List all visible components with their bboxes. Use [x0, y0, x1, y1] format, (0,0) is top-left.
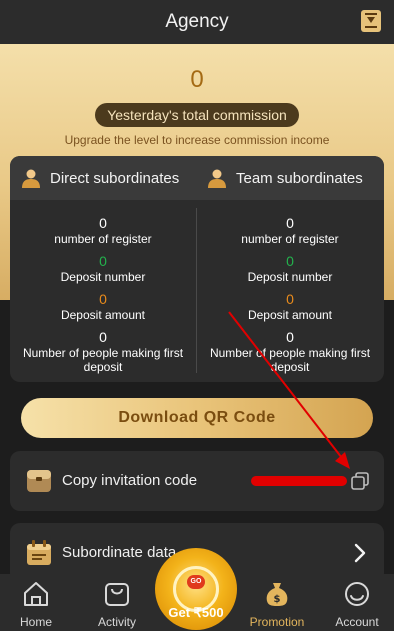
nav-promotion-label: Promotion [249, 615, 305, 629]
direct-subordinates-label: Direct subordinates [50, 169, 180, 187]
person-icon [22, 169, 40, 188]
money-bag-icon: $ [266, 583, 288, 606]
commission-label: Yesterday's total commission [95, 103, 299, 127]
stat-label: number of register [241, 232, 339, 246]
stat-label: Number of people making first deposit [22, 346, 184, 374]
stat-label: number of register [54, 232, 152, 246]
stat-label: Deposit amount [247, 308, 333, 322]
direct-first-deposit-stat: 0 Number of people making first deposit [18, 329, 188, 374]
account-icon [345, 582, 369, 606]
briefcase-icon [27, 470, 51, 492]
stat-value: 0 [286, 253, 294, 269]
stat-value: 0 [99, 253, 107, 269]
team-subordinates-title: Team subordinates [206, 156, 363, 200]
team-deposit-number-stat: 0 Deposit number [197, 253, 383, 284]
nav-account-label: Account [335, 615, 379, 629]
lucky-wheel-button[interactable]: GO Get ₹500 [155, 548, 237, 630]
top-bar: Agency [0, 0, 394, 44]
stat-value: 0 [99, 215, 107, 231]
direct-register-stat: 0 number of register [10, 215, 196, 246]
page-title: Agency [165, 11, 229, 32]
stat-value: 0 [99, 291, 107, 307]
stat-value: 0 [286, 215, 294, 231]
upgrade-hint: Upgrade the level to increase commission… [64, 133, 330, 147]
calendar-icon [27, 540, 51, 565]
nav-promotion[interactable]: $ Promotion [242, 574, 312, 631]
stat-label: Deposit amount [60, 308, 146, 322]
commission-value: 0 [190, 66, 204, 93]
copy-invitation-row[interactable]: Copy invitation code [10, 451, 384, 511]
stat-label: Deposit number [60, 270, 146, 284]
copy-invitation-label: Copy invitation code [62, 472, 198, 489]
invitation-code-redacted [251, 476, 347, 486]
team-first-deposit-stat: 0 Number of people making first deposit [205, 329, 375, 374]
nav-account[interactable]: Account [322, 574, 392, 631]
person-icon [208, 169, 226, 188]
direct-deposit-number-stat: 0 Deposit number [10, 253, 196, 284]
copy-icon[interactable] [350, 471, 370, 491]
chevron-right-icon [354, 543, 366, 563]
direct-deposit-amount-stat: 0 Deposit amount [10, 291, 196, 322]
subordinates-stats-card: Direct subordinates Team subordinates 0 … [10, 156, 384, 382]
nav-home-label: Home [19, 615, 52, 629]
download-qr-button[interactable]: Download QR Code [21, 398, 373, 438]
wheel-go-badge: GO [187, 575, 205, 589]
direct-subordinates-title: Direct subordinates [20, 156, 179, 200]
stats-header: Direct subordinates Team subordinates [10, 156, 384, 200]
stat-value: 0 [286, 329, 294, 345]
stat-label: Deposit number [247, 270, 333, 284]
team-subordinates-label: Team subordinates [236, 169, 363, 187]
stat-label: Number of people making first deposit [209, 346, 371, 374]
nav-activity[interactable]: Activity [82, 574, 152, 631]
home-icon [24, 582, 48, 606]
nav-activity-label: Activity [97, 615, 136, 629]
nav-home[interactable]: Home [1, 574, 71, 631]
team-deposit-amount-stat: 0 Deposit amount [197, 291, 383, 322]
team-register-stat: 0 number of register [197, 215, 383, 246]
wheel-label: Get ₹500 [168, 605, 224, 620]
stat-value: 0 [286, 291, 294, 307]
gift-bag-icon [105, 583, 129, 606]
rules-book-icon[interactable] [360, 9, 382, 33]
stat-value: 0 [99, 329, 107, 345]
svg-text:$: $ [274, 594, 281, 605]
